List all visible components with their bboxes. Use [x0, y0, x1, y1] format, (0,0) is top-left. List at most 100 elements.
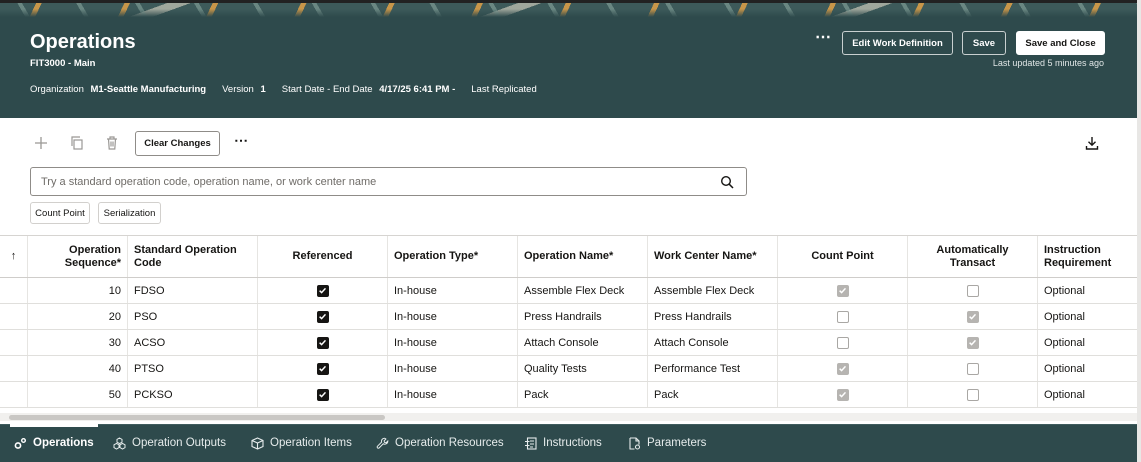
checked-checkbox[interactable]	[966, 310, 979, 323]
operation-sequence-cell[interactable]: 20	[28, 304, 128, 329]
tab-operation-resources[interactable]: Operation Resources	[376, 424, 504, 462]
operation-sequence-cell[interactable]: 30	[28, 330, 128, 355]
checked-checkbox[interactable]	[316, 388, 329, 401]
standard-operation-code-cell[interactable]: PTSO	[128, 356, 258, 381]
unchecked-checkbox[interactable]	[966, 362, 979, 375]
unchecked-checkbox[interactable]	[966, 284, 979, 297]
horizontal-scrollbar-thumb[interactable]	[9, 415, 385, 420]
standard-operation-code-cell[interactable]: PSO	[128, 304, 258, 329]
column-header-operation-sequence[interactable]: Operation Sequence*	[28, 236, 128, 277]
operation-name-cell[interactable]: Quality Tests	[518, 356, 648, 381]
clear-changes-button[interactable]: Clear Changes	[135, 131, 220, 156]
table-row[interactable]: 40 PTSO In-house Quality Tests Performance T…	[0, 356, 1137, 382]
checked-checkbox[interactable]	[316, 336, 329, 349]
checked-checkbox[interactable]	[316, 310, 329, 323]
row-selector[interactable]	[0, 382, 28, 407]
checked-checkbox[interactable]	[966, 336, 979, 349]
search-field[interactable]	[30, 167, 747, 196]
operation-name-cell[interactable]: Press Handrails	[518, 304, 648, 329]
horizontal-scrollbar[interactable]	[0, 413, 1137, 421]
duplicate-icon[interactable]	[69, 135, 85, 151]
tab-instructions[interactable]: Instructions	[524, 424, 602, 462]
operation-type-cell[interactable]: In-house	[388, 278, 518, 303]
instruction-requirement-cell[interactable]: Optional	[1038, 330, 1137, 355]
referenced-cell	[258, 382, 388, 407]
work-center-name-cell[interactable]: Pack	[648, 382, 778, 407]
column-header-work-center-name[interactable]: Work Center Name*	[648, 236, 778, 277]
tab-label: Operation Outputs	[132, 437, 226, 449]
box-icon	[251, 436, 264, 450]
organization-info: Organization M1-Seattle Manufacturing	[30, 84, 206, 95]
work-center-name-cell[interactable]: Attach Console	[648, 330, 778, 355]
column-header-instruction-requirement[interactable]: Instruction Requirement	[1038, 236, 1137, 277]
checked-checkbox[interactable]	[836, 284, 849, 297]
unchecked-checkbox[interactable]	[836, 310, 849, 323]
tab-operations[interactable]: Operations	[10, 424, 98, 462]
table-row[interactable]: 30 ACSO In-house Attach Console Attach Conso…	[0, 330, 1137, 356]
count-point-cell	[778, 382, 908, 407]
vertical-scrollbar[interactable]	[1137, 0, 1141, 462]
standard-operation-code-cell[interactable]: FDSO	[128, 278, 258, 303]
filter-chip-count-point[interactable]: Count Point	[30, 202, 90, 224]
automatically-transact-cell	[908, 304, 1038, 329]
work-center-name-cell[interactable]: Assemble Flex Deck	[648, 278, 778, 303]
search-icon[interactable]	[720, 175, 734, 189]
column-header-automatically-transact[interactable]: Automatically Transact	[908, 236, 1038, 277]
table-row[interactable]: 20 PSO In-house Press Handrails Press Handra…	[0, 304, 1137, 330]
tab-operation-outputs[interactable]: Operation Outputs	[113, 424, 226, 462]
tab-operation-items[interactable]: Operation Items	[251, 424, 352, 462]
unchecked-checkbox[interactable]	[966, 388, 979, 401]
operation-type-cell[interactable]: In-house	[388, 304, 518, 329]
operation-type-cell[interactable]: In-house	[388, 382, 518, 407]
instruction-requirement-cell[interactable]: Optional	[1038, 278, 1137, 303]
standard-operation-code-cell[interactable]: ACSO	[128, 330, 258, 355]
instruction-requirement-cell[interactable]: Optional	[1038, 382, 1137, 407]
search-input[interactable]	[41, 168, 711, 195]
plus-icon[interactable]	[33, 135, 49, 151]
row-selector[interactable]	[0, 356, 28, 381]
checked-checkbox[interactable]	[836, 388, 849, 401]
operation-sequence-cell[interactable]: 10	[28, 278, 128, 303]
toolbar-more-actions-button[interactable]: ⋯	[234, 133, 248, 147]
operation-sequence-cell[interactable]: 40	[28, 356, 128, 381]
instruction-requirement-cell[interactable]: Optional	[1038, 304, 1137, 329]
operation-name-cell[interactable]: Attach Console	[518, 330, 648, 355]
trash-icon[interactable]	[104, 135, 120, 151]
sort-indicator[interactable]: ↑	[0, 236, 28, 277]
row-selector[interactable]	[0, 330, 28, 355]
tab-parameters[interactable]: Parameters	[628, 424, 706, 462]
row-selector[interactable]	[0, 278, 28, 303]
edit-work-definition-button[interactable]: Edit Work Definition	[842, 31, 953, 55]
row-selector[interactable]	[0, 304, 28, 329]
column-header-operation-type[interactable]: Operation Type*	[388, 236, 518, 277]
save-button[interactable]: Save	[962, 31, 1006, 55]
column-header-count-point[interactable]: Count Point	[778, 236, 908, 277]
operation-type-cell[interactable]: In-house	[388, 330, 518, 355]
table-row[interactable]: 50 PCKSO In-house Pack Pack Optional	[0, 382, 1137, 408]
checked-checkbox[interactable]	[316, 284, 329, 297]
count-point-cell	[778, 304, 908, 329]
column-header-operation-name[interactable]: Operation Name*	[518, 236, 648, 277]
work-center-name-cell[interactable]: Performance Test	[648, 356, 778, 381]
filter-chip-serialization[interactable]: Serialization	[98, 202, 161, 224]
table-header-row: ↑ Operation Sequence* Standard Operation…	[0, 235, 1137, 278]
document-settings-icon	[628, 436, 641, 450]
save-and-close-button[interactable]: Save and Close	[1016, 31, 1105, 55]
unchecked-checkbox[interactable]	[836, 336, 849, 349]
column-header-standard-operation-code[interactable]: Standard Operation Code	[128, 236, 258, 277]
operation-name-cell[interactable]: Pack	[518, 382, 648, 407]
standard-operation-code-cell[interactable]: PCKSO	[128, 382, 258, 407]
checked-checkbox[interactable]	[316, 362, 329, 375]
operation-sequence-cell[interactable]: 50	[28, 382, 128, 407]
table-row[interactable]: 10 FDSO In-house Assemble Flex Deck Assemble…	[0, 278, 1137, 304]
column-header-referenced[interactable]: Referenced	[258, 236, 388, 277]
instruction-requirement-cell[interactable]: Optional	[1038, 356, 1137, 381]
operation-type-cell[interactable]: In-house	[388, 356, 518, 381]
download-icon[interactable]	[1084, 135, 1100, 151]
count-point-cell	[778, 330, 908, 355]
work-center-name-cell[interactable]: Press Handrails	[648, 304, 778, 329]
tab-label: Operation Resources	[395, 437, 504, 449]
checked-checkbox[interactable]	[836, 362, 849, 375]
operation-name-cell[interactable]: Assemble Flex Deck	[518, 278, 648, 303]
header-more-actions-button[interactable]: ⋯	[814, 30, 832, 50]
